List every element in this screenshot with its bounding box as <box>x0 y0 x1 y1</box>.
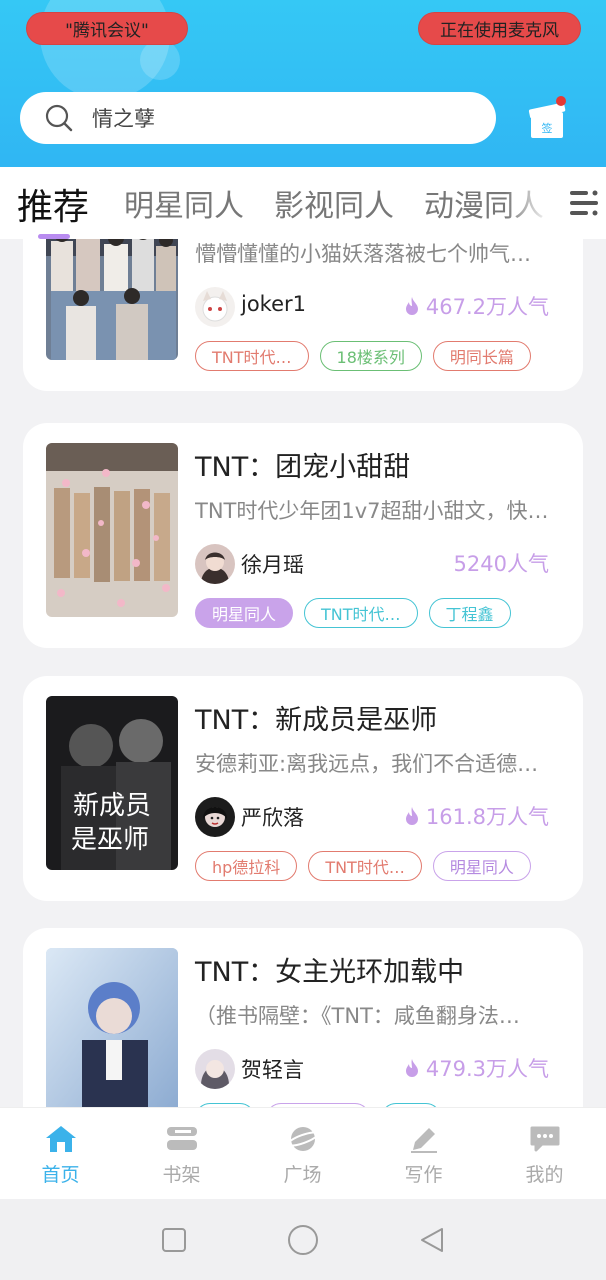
tab-celebrity-fanfic[interactable]: 明星同人 <box>124 181 244 225</box>
tag[interactable]: TNT时代… <box>304 598 418 628</box>
cover-title-line2: 是巫师 <box>71 825 149 855</box>
tag[interactable]: 明星同人 <box>432 851 531 881</box>
book-description: （推书隔壁：《TNT：咸鱼翻身法… <box>195 1004 520 1028</box>
nav-label: 首页 <box>41 1164 80 1186</box>
home-icon <box>45 1126 76 1152</box>
book-cover <box>46 443 178 617</box>
cover-title-line1: 新成员 <box>73 791 151 821</box>
author-avatar <box>195 544 235 584</box>
search-icon <box>45 104 73 132</box>
app-screen: "腾讯会议" 正在使用麦克风 情之孽 签 推荐 明星同人 影视同人 动漫同人 懵… <box>0 0 606 1280</box>
nav-bookshelf[interactable]: 书架 <box>121 1108 242 1200</box>
book-title: TNT：女主光环加载中 <box>195 957 465 988</box>
decor-bubble <box>140 40 180 80</box>
pen-icon <box>410 1128 437 1153</box>
back-icon[interactable] <box>418 1226 446 1254</box>
tag[interactable]: 18楼系列 <box>319 341 422 371</box>
flame-icon <box>405 1059 418 1077</box>
tabs-fade <box>505 170 550 235</box>
book-description: 安德莉亚:离我远点，我们不合适德… <box>195 752 539 776</box>
tag[interactable]: TNT时代… <box>308 851 422 881</box>
popularity-count: 467.2万人气 <box>425 295 549 319</box>
tag-list: 明星同人 TNT时代… 丁程鑫 <box>195 598 511 628</box>
author-avatar <box>195 287 235 327</box>
author-avatar <box>195 1049 235 1089</box>
popularity: 5240人气 <box>454 548 549 578</box>
recent-apps-icon[interactable] <box>160 1226 188 1254</box>
nav-label: 我的 <box>525 1164 564 1186</box>
book-list[interactable]: 懵懵懂懂的小猫妖落落被七个帅气… joker1 467.2万人气 TNT时代… … <box>0 239 606 1107</box>
search-bar[interactable]: 情之孽 <box>20 92 496 144</box>
book-cover <box>46 239 178 360</box>
search-placeholder: 情之孽 <box>92 107 155 131</box>
book-card[interactable]: 懵懵懂懂的小猫妖落落被七个帅气… joker1 467.2万人气 TNT时代… … <box>23 239 583 391</box>
checkin-gift-icon[interactable]: 签 <box>528 96 566 140</box>
author-avatar <box>195 797 235 837</box>
nav-write[interactable]: 写作 <box>363 1108 484 1200</box>
nav-label: 写作 <box>404 1164 443 1186</box>
category-menu-icon[interactable] <box>568 188 600 218</box>
chat-bubble-icon <box>530 1126 559 1152</box>
tag[interactable]: hp德拉科 <box>195 851 298 881</box>
nav-square[interactable]: 广场 <box>242 1108 363 1200</box>
popularity: 161.8万人气 <box>404 801 549 831</box>
popularity-count: 5240人气 <box>453 552 549 576</box>
popularity: 467.2万人气 <box>404 291 549 321</box>
tag-list: hp德拉科 TNT时代… 明星同人 <box>195 851 531 881</box>
tag[interactable]: 丁程鑫 <box>428 598 511 628</box>
bookshelf-icon <box>166 1127 197 1150</box>
bottom-nav: 首页 书架 广场 写作 我的 <box>0 1107 606 1199</box>
system-nav-bar <box>0 1199 606 1280</box>
popularity-count: 161.8万人气 <box>425 805 549 829</box>
nav-home[interactable]: 首页 <box>0 1108 121 1200</box>
meeting-indicator-pill[interactable]: "腾讯会议" <box>26 12 188 45</box>
book-card[interactable]: 新成员 是巫师 TNT：新成员是巫师 安德莉亚:离我远点，我们不合适德… 严欣落… <box>23 676 583 901</box>
author-name[interactable]: 贺轻言 <box>241 1054 304 1084</box>
planet-icon <box>286 1127 319 1151</box>
microphone-indicator-pill[interactable]: 正在使用麦克风 <box>418 12 581 45</box>
tag-list: TNT时代… 18楼系列 明同长篇 <box>195 341 531 371</box>
popularity-count: 479.3万人气 <box>425 1057 549 1081</box>
tag[interactable]: TNT时代… <box>195 341 309 371</box>
flame-icon <box>405 807 418 825</box>
tab-film-fanfic[interactable]: 影视同人 <box>274 181 394 225</box>
popularity: 479.3万人气 <box>404 1053 549 1083</box>
author-name[interactable]: 严欣落 <box>241 802 304 832</box>
book-title: TNT：团宠小甜甜 <box>195 452 411 483</box>
book-card[interactable]: TNT：女主光环加载中 （推书隔壁：《TNT：咸鱼翻身法… 贺轻言 479.3万… <box>23 928 583 1107</box>
flame-icon <box>405 297 418 315</box>
tab-recommend[interactable]: 推荐 <box>17 178 89 230</box>
author-name[interactable]: 徐月瑶 <box>241 549 304 579</box>
book-description: 懵懵懂懂的小猫妖落落被七个帅气… <box>195 242 531 266</box>
checkin-label: 签 <box>542 121 553 135</box>
tag[interactable]: 明同长篇 <box>432 341 531 371</box>
book-description: TNT时代少年团1v7超甜小甜文，快… <box>195 499 549 523</box>
header: "腾讯会议" 正在使用麦克风 情之孽 签 <box>0 0 606 167</box>
book-card[interactable]: TNT：团宠小甜甜 TNT时代少年团1v7超甜小甜文，快… 徐月瑶 5240人气… <box>23 423 583 648</box>
book-cover: 新成员 是巫师 <box>46 696 178 870</box>
author-name[interactable]: joker1 <box>241 292 306 316</box>
book-title: TNT：新成员是巫师 <box>195 705 438 736</box>
home-button-icon[interactable] <box>287 1224 319 1256</box>
nav-me[interactable]: 我的 <box>484 1108 605 1200</box>
nav-label: 书架 <box>162 1164 201 1186</box>
nav-label: 广场 <box>283 1164 322 1186</box>
tag[interactable]: 明星同人 <box>195 598 294 628</box>
book-cover <box>46 948 178 1107</box>
